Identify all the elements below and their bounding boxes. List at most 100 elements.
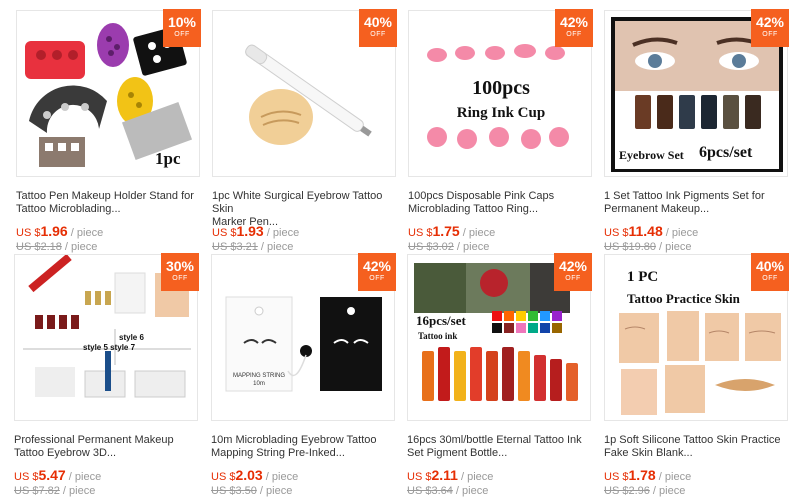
discount-off-label: OFF bbox=[762, 275, 778, 282]
product-title[interactable]: Tattoo Pen Makeup Holder Stand for Tatto… bbox=[16, 190, 200, 216]
product-title-line1: 16pcs 30ml/bottle Eternal Tattoo Ink bbox=[407, 434, 582, 446]
image-caption: style 6 bbox=[119, 333, 144, 342]
price-unit: / piece bbox=[65, 471, 102, 483]
image-caption: 1 PC bbox=[627, 269, 659, 285]
original-price: US $2.18 / piece bbox=[16, 241, 97, 253]
discount-badge: 40% OFF bbox=[751, 253, 789, 291]
product-card[interactable]: MAPPING STRING 10m 42% OFF 10m Microblad… bbox=[211, 253, 396, 499]
product-title[interactable]: 16pcs 30ml/bottle Eternal Tattoo Ink Set… bbox=[407, 434, 591, 460]
product-card[interactable]: style 6 style 5 style 7 30% OFF Professi… bbox=[14, 253, 199, 499]
original-price: US $7.82 / piece bbox=[14, 485, 95, 497]
price-unit: / piece bbox=[662, 227, 699, 239]
product-title-line2: Tattoo Eyebrow 3D... bbox=[14, 447, 117, 459]
discount-off-label: OFF bbox=[172, 275, 188, 282]
discount-percent: 40% bbox=[363, 14, 393, 30]
discount-percent: 42% bbox=[558, 258, 588, 274]
original-price-unit: / piece bbox=[257, 241, 294, 253]
original-price-value: US $3.02 bbox=[408, 241, 454, 253]
product-price: US $1.93 / piece bbox=[212, 223, 299, 239]
product-price: US $1.78 / piece bbox=[604, 467, 691, 483]
original-price: US $3.50 / piece bbox=[211, 485, 292, 497]
product-title-line1: Professional Permanent Makeup bbox=[14, 434, 174, 446]
product-price: US $2.11 / piece bbox=[407, 467, 493, 483]
price-value: 1.78 bbox=[628, 467, 656, 483]
discount-badge: 42% OFF bbox=[554, 253, 592, 291]
product-card[interactable]: 16pcs/set Tattoo ink 42% OFF 16pcs 30ml/… bbox=[407, 253, 592, 499]
image-caption-2: 6pcs/set bbox=[699, 144, 753, 161]
price-unit: / piece bbox=[459, 227, 496, 239]
price-currency: US $ bbox=[212, 227, 237, 239]
product-title[interactable]: 10m Microblading Eyebrow Tattoo Mapping … bbox=[211, 434, 395, 460]
discount-percent: 30% bbox=[165, 258, 195, 274]
product-price: US $11.48 / piece bbox=[604, 223, 698, 239]
product-card[interactable]: Eyebrow Set 6pcs/set 42% OFF 1 Set Tatto… bbox=[604, 9, 789, 255]
original-price: US $19.80 / piece bbox=[604, 241, 691, 253]
product-title-line1: Tattoo Pen Makeup Holder Stand for bbox=[16, 190, 194, 202]
price-currency: US $ bbox=[408, 227, 433, 239]
product-price: US $5.47 / piece bbox=[14, 467, 101, 483]
product-title-line2: Mapping String Pre-Inked... bbox=[211, 447, 345, 459]
discount-badge: 42% OFF bbox=[555, 9, 593, 47]
original-price-value: US $19.80 bbox=[604, 241, 656, 253]
price-unit: / piece bbox=[457, 471, 494, 483]
product-title-line2: Permanent Makeup... bbox=[604, 203, 710, 215]
price-value: 2.03 bbox=[235, 467, 263, 483]
product-title-line2: Fake Skin Blank... bbox=[604, 447, 693, 459]
original-price-value: US $3.64 bbox=[407, 485, 453, 497]
product-title-line1: 1p Soft Silicone Tattoo Skin Practice bbox=[604, 434, 781, 446]
discount-percent: 40% bbox=[755, 258, 785, 274]
price-value: 2.11 bbox=[431, 467, 458, 483]
original-price-unit: / piece bbox=[453, 241, 490, 253]
original-price-value: US $2.18 bbox=[16, 241, 62, 253]
product-title-line1: 1pc White Surgical Eyebrow Tattoo Skin bbox=[212, 190, 383, 215]
original-price-value: US $3.21 bbox=[212, 241, 258, 253]
original-price: US $3.02 / piece bbox=[408, 241, 489, 253]
price-value: 1.75 bbox=[432, 223, 460, 239]
original-price-value: US $3.50 bbox=[211, 485, 257, 497]
discount-off-label: OFF bbox=[565, 275, 581, 282]
original-price: US $3.64 / piece bbox=[407, 485, 488, 497]
product-title-line2: Set Pigment Bottle... bbox=[407, 447, 508, 459]
original-price-unit: / piece bbox=[59, 485, 96, 497]
discount-percent: 42% bbox=[755, 14, 785, 30]
image-caption-2: style 5 style 7 bbox=[83, 343, 136, 352]
product-card[interactable]: 1pc 10% OFF Tattoo Pen Makeup Holder Sta… bbox=[16, 9, 201, 255]
product-title-line1: 1 Set Tattoo Ink Pigments Set for bbox=[604, 190, 765, 202]
product-card[interactable]: 100pcs Ring Ink Cup 42% OFF 100pcs Dispo… bbox=[408, 9, 593, 255]
product-title[interactable]: Professional Permanent Makeup Tattoo Eye… bbox=[14, 434, 198, 460]
price-value: 1.96 bbox=[40, 223, 68, 239]
discount-percent: 10% bbox=[167, 14, 197, 30]
product-card[interactable]: 40% OFF 1pc White Surgical Eyebrow Tatto… bbox=[212, 9, 397, 255]
price-currency: US $ bbox=[604, 227, 629, 239]
product-title-line2: Microblading Tattoo Ring... bbox=[408, 203, 539, 215]
price-unit: / piece bbox=[263, 227, 300, 239]
original-price: US $2.96 / piece bbox=[604, 485, 685, 497]
price-value: 11.48 bbox=[628, 223, 663, 239]
product-title[interactable]: 1 Set Tattoo Ink Pigments Set for Perman… bbox=[604, 190, 788, 216]
product-title[interactable]: 1p Soft Silicone Tattoo Skin Practice Fa… bbox=[604, 434, 788, 460]
product-card[interactable]: 1 PC Tattoo Practice Skin 40% OFF 1p Sof… bbox=[604, 253, 789, 499]
original-price-value: US $7.82 bbox=[14, 485, 60, 497]
discount-off-label: OFF bbox=[566, 31, 582, 38]
product-price: US $2.03 / piece bbox=[211, 467, 298, 483]
discount-badge: 10% OFF bbox=[163, 9, 201, 47]
original-price-unit: / piece bbox=[649, 485, 686, 497]
image-caption: 1pc bbox=[155, 149, 181, 168]
price-unit: / piece bbox=[262, 471, 299, 483]
discount-badge: 30% OFF bbox=[161, 253, 199, 291]
discount-percent: 42% bbox=[362, 258, 392, 274]
product-title-line2: Tattoo Microblading... bbox=[16, 203, 121, 215]
image-caption-2: 10m bbox=[253, 381, 265, 387]
discount-percent: 42% bbox=[559, 14, 589, 30]
image-caption-2: Tattoo Practice Skin bbox=[627, 291, 740, 306]
price-currency: US $ bbox=[211, 471, 236, 483]
price-currency: US $ bbox=[16, 227, 41, 239]
image-caption: MAPPING STRING bbox=[232, 373, 285, 379]
original-price-unit: / piece bbox=[655, 241, 692, 253]
discount-badge: 40% OFF bbox=[359, 9, 397, 47]
price-currency: US $ bbox=[604, 471, 629, 483]
product-title[interactable]: 100pcs Disposable Pink Caps Microblading… bbox=[408, 190, 592, 216]
original-price-unit: / piece bbox=[256, 485, 293, 497]
product-price: US $1.75 / piece bbox=[408, 223, 495, 239]
discount-badge: 42% OFF bbox=[751, 9, 789, 47]
